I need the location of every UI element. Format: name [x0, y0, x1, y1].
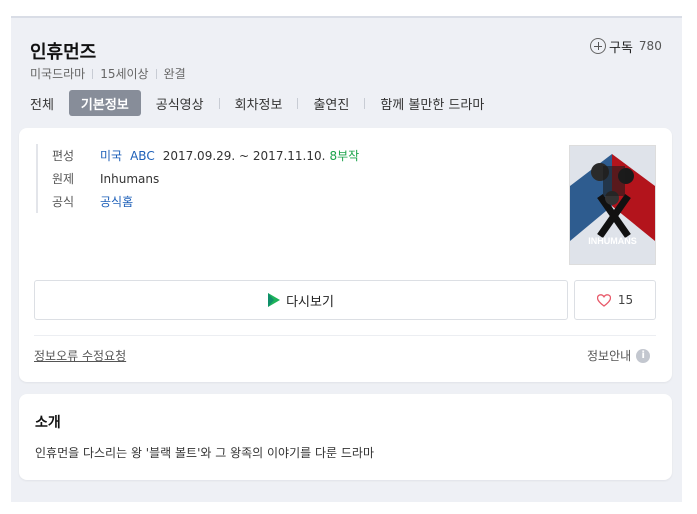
tab-official-video[interactable]: 공식영상 — [155, 90, 205, 116]
official-home-link[interactable]: 공식홈 — [100, 193, 133, 210]
tab-cast[interactable]: 출연진 — [312, 90, 350, 116]
info-row-original-title: 원제 Inhumans — [52, 167, 359, 190]
country-link[interactable]: 미국 — [100, 147, 122, 164]
heart-icon — [596, 293, 611, 307]
rewatch-button[interactable]: 다시보기 — [34, 280, 568, 320]
meta-rating: 15세이상 — [100, 67, 149, 81]
like-count: 15 — [617, 293, 634, 307]
rewatch-label: 다시보기 — [286, 294, 334, 310]
info-label-broadcast: 편성 — [52, 149, 75, 163]
page-title: 인휴먼즈 — [30, 42, 97, 63]
divider — [34, 335, 656, 336]
drama-info-panel: 인휴먼즈 구독 780 미국드라마 15세이상 완결 전체 기본정보 공식영상 … — [11, 16, 682, 502]
meta-genre: 미국드라마 — [30, 67, 86, 81]
channel-link[interactable]: ABC — [130, 149, 155, 163]
subscribe-label: 구독 — [609, 40, 633, 56]
basic-info-card: 편성 미국 ABC 2017.09.29. ~ 2017.11.10. 8부작 … — [19, 128, 672, 382]
broadcast-period: 2017.09.29. ~ 2017.11.10. — [162, 148, 326, 163]
original-title: Inhumans — [100, 171, 160, 186]
tab-divider — [364, 97, 366, 109]
tab-recommended-dramas[interactable]: 함께 볼만한 드라마 — [379, 90, 485, 116]
poster-art: INHUMANS — [570, 146, 655, 264]
subscribe-button[interactable]: 구독 780 — [590, 37, 662, 56]
intro-text: 인휴먼을 다스리는 왕 '블랙 볼트'와 그 왕족의 이야기를 다룬 드라마 — [35, 446, 375, 460]
info-icon: i — [636, 348, 651, 363]
poster-title: INHUMANS — [588, 236, 637, 246]
info-guide-label: 정보안내 — [587, 349, 632, 363]
info-list: 편성 미국 ABC 2017.09.29. ~ 2017.11.10. 8부작 … — [36, 144, 359, 213]
info-row-broadcast: 편성 미국 ABC 2017.09.29. ~ 2017.11.10. 8부작 — [52, 144, 359, 167]
subscribe-count: 780 — [638, 39, 662, 53]
intro-title: 소개 — [35, 415, 61, 431]
error-report-link[interactable]: 정보오류 수정요청 — [34, 347, 126, 364]
tab-all[interactable]: 전체 — [29, 90, 55, 116]
info-row-official: 공식 공식홈 — [52, 190, 359, 213]
play-icon — [268, 293, 281, 307]
tab-bar: 전체 기본정보 공식영상 회차정보 출연진 함께 볼만한 드라마 — [29, 90, 485, 116]
meta-divider — [92, 68, 94, 79]
meta-info: 미국드라마 15세이상 완결 — [30, 65, 186, 82]
tab-divider — [297, 97, 299, 109]
intro-card: 소개 인휴먼을 다스리는 왕 '블랙 볼트'와 그 왕족의 이야기를 다룬 드라… — [19, 394, 672, 480]
meta-divider — [155, 68, 157, 79]
episodes-link[interactable]: 8부작 — [329, 147, 359, 164]
info-label-original-title: 원제 — [52, 172, 75, 186]
tab-divider — [218, 97, 220, 109]
like-button[interactable]: 15 — [574, 280, 656, 320]
plus-circle-icon — [590, 38, 606, 54]
info-label-official: 공식 — [52, 195, 75, 209]
tab-episodes[interactable]: 회차정보 — [234, 90, 284, 116]
tab-basic-info[interactable]: 기본정보 — [68, 90, 141, 116]
poster-image[interactable]: INHUMANS — [569, 145, 656, 265]
info-guide-button[interactable]: 정보안내 i — [587, 347, 651, 364]
meta-status: 완결 — [163, 67, 186, 81]
